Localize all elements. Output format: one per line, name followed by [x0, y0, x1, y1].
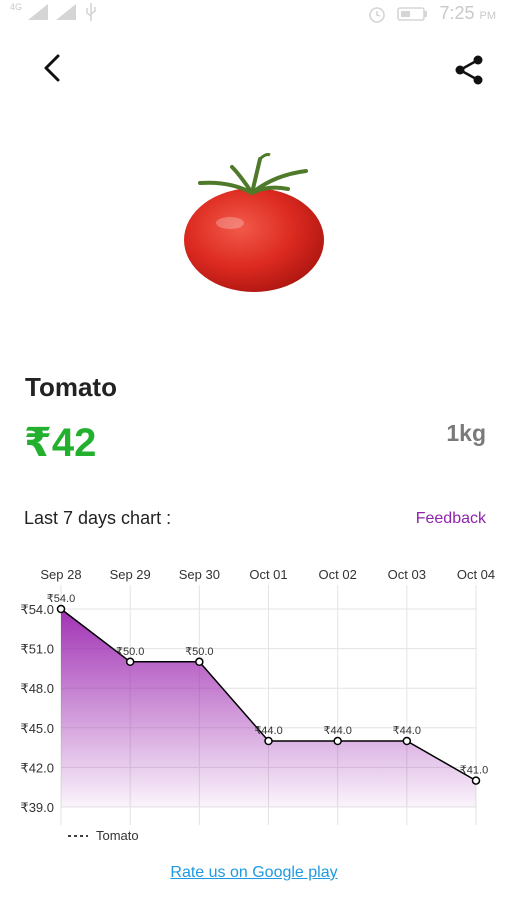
clock: 7:25 PM: [439, 3, 496, 23]
share-button[interactable]: [452, 52, 488, 88]
x-tick-label: Oct 04: [457, 567, 495, 582]
data-point: [264, 736, 273, 746]
data-point: [402, 736, 412, 746]
product-price: ₹42: [24, 421, 97, 465]
top-bar: [0, 40, 508, 96]
data-point: [56, 604, 66, 614]
back-button[interactable]: [36, 50, 72, 86]
data-label: ₹54.0: [47, 593, 75, 605]
x-tick-label: Sep 29: [110, 567, 151, 582]
legend-label: Tomato: [96, 828, 139, 843]
share-icon: [455, 55, 483, 85]
price-chart: Sep 28 Sep 29 Sep 30 Oct 01 Oct 02 Oct 03 Oct …: [20, 567, 495, 843]
usb-icon: [86, 3, 96, 21]
y-tick-label: ₹42.0: [20, 760, 54, 775]
y-tick-label: ₹48.0: [20, 681, 54, 696]
chart-heading: Last 7 days chart :: [24, 508, 172, 528]
x-tick-label: Sep 30: [179, 567, 220, 582]
battery-icon: [397, 6, 428, 21]
feedback-link[interactable]: Feedback: [416, 510, 486, 528]
product-name: Tomato: [25, 372, 117, 402]
data-point: [195, 657, 204, 667]
y-tick-label: ₹51.0: [20, 642, 54, 657]
signal-icon: [56, 4, 77, 20]
back-arrow-icon: [44, 54, 60, 82]
y-tick-label: ₹45.0: [20, 721, 54, 736]
data-label: ₹44.0: [393, 725, 421, 737]
data-label: ₹41.0: [460, 765, 488, 777]
alarm-icon: [369, 6, 386, 23]
data-point: [333, 736, 342, 746]
x-tick-label: Oct 01: [249, 567, 287, 582]
data-label: ₹44.0: [323, 725, 351, 737]
product-unit: 1kg: [446, 420, 486, 446]
data-point: [471, 776, 481, 785]
network-type: 4G: [10, 2, 23, 12]
x-tick-label: Oct 03: [388, 567, 426, 582]
y-tick-label: ₹39.0: [20, 800, 54, 815]
data-point: [125, 657, 135, 667]
data-label: ₹50.0: [116, 646, 144, 658]
x-tick-label: Oct 02: [319, 567, 357, 582]
data-label: ₹50.0: [185, 646, 213, 658]
status-bar: 4G 7:25 PM: [0, 0, 508, 26]
data-label: ₹44.0: [254, 725, 282, 737]
signal-icon: [28, 4, 49, 20]
rate-us-link[interactable]: Rate us on Google play: [0, 864, 508, 882]
x-tick-label: Sep 28: [40, 567, 81, 582]
product-image: [184, 153, 324, 292]
